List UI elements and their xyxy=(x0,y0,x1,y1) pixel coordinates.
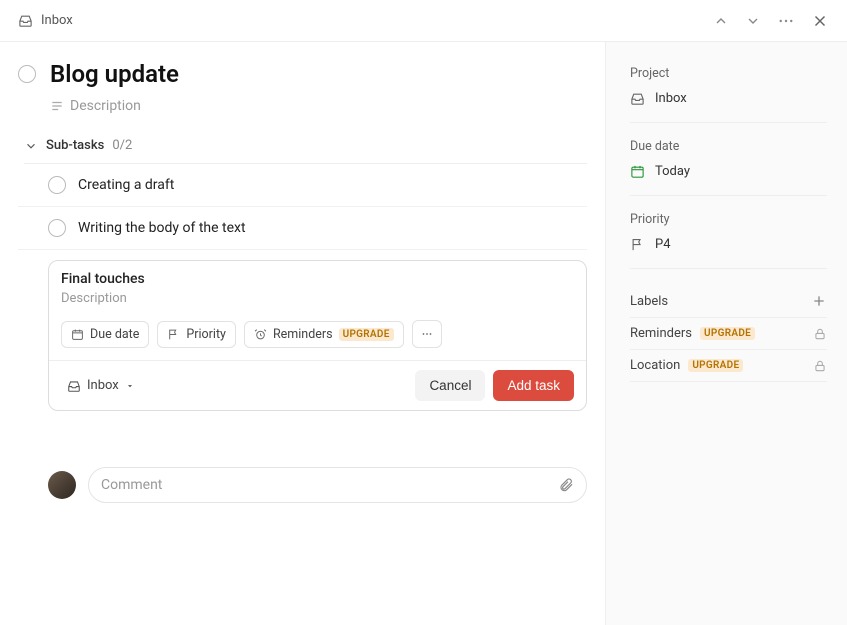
subtask-title: Creating a draft xyxy=(78,177,174,193)
due-date-value-text: Today xyxy=(655,164,690,179)
prev-task-button[interactable] xyxy=(713,13,729,29)
lock-icon xyxy=(813,359,827,373)
subtasks-count: 0/2 xyxy=(112,138,132,153)
flag-icon xyxy=(630,237,645,252)
project-value-text: Inbox xyxy=(655,91,687,106)
priority-chip[interactable]: Priority xyxy=(157,321,236,348)
task-description-placeholder: Description xyxy=(70,98,141,114)
priority-value-text: P4 xyxy=(655,237,671,252)
project-value[interactable]: Inbox xyxy=(630,91,827,106)
breadcrumb-label: Inbox xyxy=(41,13,73,28)
alarm-icon xyxy=(254,328,267,341)
more-options-button[interactable] xyxy=(777,12,795,30)
flag-icon xyxy=(167,328,180,341)
caret-down-icon xyxy=(125,381,135,391)
subtask-title: Writing the body of the text xyxy=(78,220,246,236)
reminders-label: Reminders xyxy=(630,326,692,341)
due-date-chip[interactable]: Due date xyxy=(61,321,149,348)
inbox-icon xyxy=(67,379,81,393)
subtasks-label: Sub-tasks xyxy=(46,138,104,153)
inbox-icon xyxy=(18,13,33,28)
description-icon xyxy=(50,99,64,113)
task-complete-checkbox[interactable] xyxy=(18,65,36,83)
add-task-button[interactable]: Add task xyxy=(493,370,574,401)
comment-placeholder: Comment xyxy=(101,477,162,493)
due-date-value[interactable]: Today xyxy=(630,164,827,179)
chevron-down-icon xyxy=(24,139,38,153)
project-selector[interactable]: Inbox xyxy=(61,374,141,397)
task-description-field[interactable]: Description xyxy=(50,98,587,114)
new-subtask-composer: Final touches Description Due date Prior… xyxy=(48,260,587,411)
labels-label: Labels xyxy=(630,294,668,309)
task-header: Blog update xyxy=(18,60,587,88)
comment-section: Comment xyxy=(48,467,587,503)
subtask-row[interactable]: Writing the body of the text xyxy=(18,207,587,250)
subtasks-toggle[interactable]: Sub-tasks 0/2 xyxy=(24,138,587,164)
breadcrumb[interactable]: Inbox xyxy=(18,13,73,28)
location-row[interactable]: Location UPGRADE xyxy=(630,350,827,382)
add-label-button[interactable] xyxy=(811,293,827,309)
location-label: Location xyxy=(630,358,680,373)
upgrade-badge: UPGRADE xyxy=(339,328,394,341)
subtask-checkbox[interactable] xyxy=(48,219,66,237)
details-sidebar: Project Inbox Due date Today Priority xyxy=(605,42,847,625)
inbox-icon xyxy=(630,91,645,106)
main-panel: Blog update Description Sub-tasks 0/2 Cr… xyxy=(0,42,605,625)
subtask-row[interactable]: Creating a draft xyxy=(18,164,587,207)
labels-row[interactable]: Labels xyxy=(630,285,827,318)
calendar-icon xyxy=(71,328,84,341)
due-date-chip-label: Due date xyxy=(90,327,139,342)
reminders-chip-label: Reminders xyxy=(273,327,333,342)
priority-value[interactable]: P4 xyxy=(630,237,827,252)
attachment-icon[interactable] xyxy=(558,477,574,493)
reminders-chip[interactable]: Reminders UPGRADE xyxy=(244,321,404,348)
more-chip-button[interactable] xyxy=(412,320,442,348)
task-title[interactable]: Blog update xyxy=(50,60,179,88)
lock-icon xyxy=(813,327,827,341)
cancel-button[interactable]: Cancel xyxy=(415,370,485,401)
priority-chip-label: Priority xyxy=(186,327,226,342)
avatar xyxy=(48,471,76,499)
close-button[interactable] xyxy=(811,12,829,30)
project-label: Project xyxy=(630,66,827,81)
new-task-title-input[interactable]: Final touches xyxy=(61,271,574,287)
due-date-label: Due date xyxy=(630,139,827,154)
new-task-description-input[interactable]: Description xyxy=(61,291,574,306)
calendar-icon xyxy=(630,164,645,179)
priority-label: Priority xyxy=(630,212,827,227)
top-bar: Inbox xyxy=(0,0,847,42)
next-task-button[interactable] xyxy=(745,13,761,29)
reminders-row[interactable]: Reminders UPGRADE xyxy=(630,318,827,350)
upgrade-badge: UPGRADE xyxy=(688,359,743,372)
project-selector-label: Inbox xyxy=(87,378,119,393)
comment-input[interactable]: Comment xyxy=(88,467,587,503)
upgrade-badge: UPGRADE xyxy=(700,327,755,340)
subtask-checkbox[interactable] xyxy=(48,176,66,194)
